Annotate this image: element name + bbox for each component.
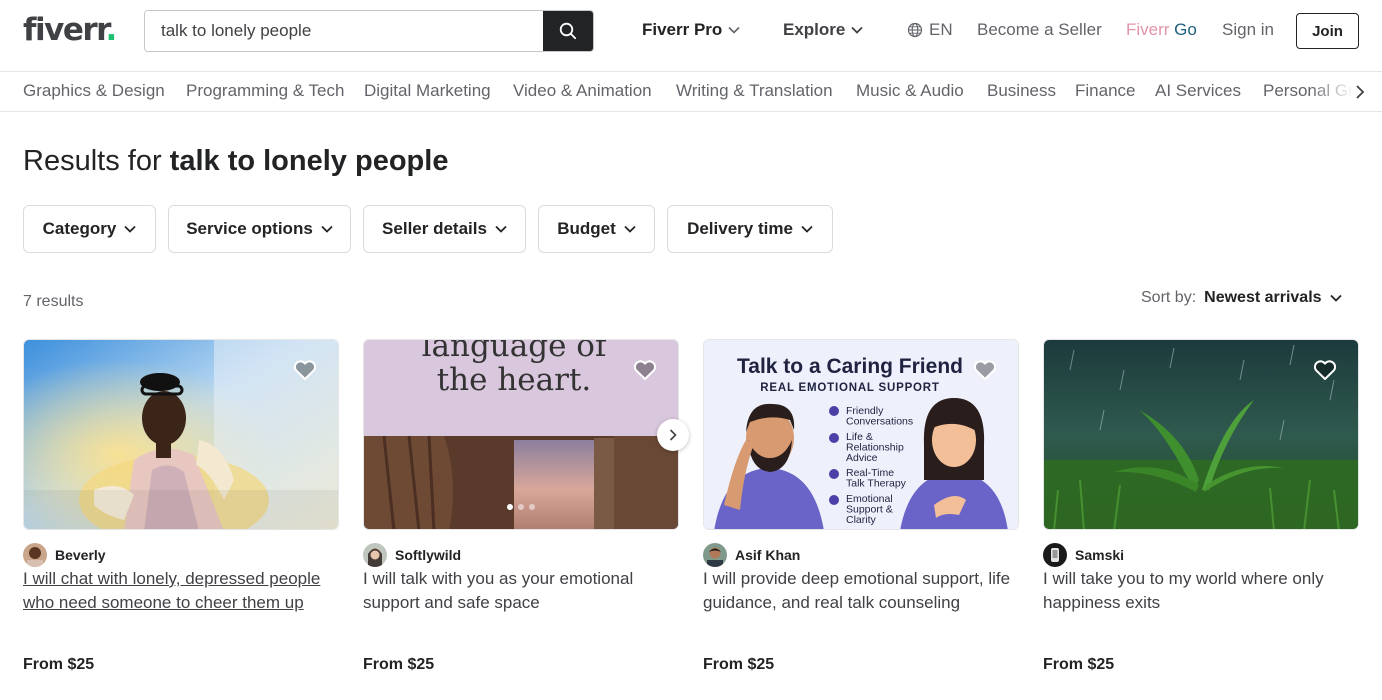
category-writing-translation[interactable]: Writing & Translation — [676, 81, 833, 101]
carousel-dots — [507, 504, 535, 510]
gig-title[interactable]: I will chat with lonely, depressed peopl… — [23, 567, 339, 615]
site-header: fiverr. Fiverr Pro Explore EN Become a S… — [0, 0, 1382, 72]
search-input[interactable] — [145, 11, 545, 51]
globe-icon — [907, 22, 923, 38]
category-business[interactable]: Business — [987, 81, 1056, 101]
sort-dropdown[interactable]: Newest arrivals — [1204, 289, 1342, 307]
svg-text:Talk to a Caring Friend: Talk to a Caring Friend — [737, 355, 963, 378]
gig-price: From $25 — [1043, 656, 1115, 673]
chevron-down-icon — [801, 225, 813, 233]
gig-card[interactable]: Talk to a Caring Friend REAL EMOTIONAL S… — [703, 339, 1019, 700]
gig-image[interactable]: language of the heart. — [363, 339, 679, 530]
filter-delivery-time[interactable]: Delivery time — [667, 205, 833, 253]
seller-info: Samski — [1043, 543, 1124, 567]
gig-image[interactable] — [1043, 339, 1359, 530]
gig-title[interactable]: I will provide deep emotional support, l… — [703, 567, 1019, 615]
nav-fiverr-pro[interactable]: Fiverr Pro — [642, 20, 740, 40]
filter-seller-details[interactable]: Seller details — [363, 205, 526, 253]
svg-text:REAL EMOTIONAL SUPPORT: REAL EMOTIONAL SUPPORT — [760, 382, 939, 394]
category-music-audio[interactable]: Music & Audio — [856, 81, 964, 101]
chevron-right-icon[interactable] — [1352, 84, 1368, 100]
chevron-down-icon — [124, 225, 136, 233]
category-finance[interactable]: Finance — [1075, 81, 1135, 101]
nav-become-seller[interactable]: Become a Seller — [977, 20, 1102, 40]
carousel-next-button[interactable] — [657, 419, 689, 451]
search-icon — [559, 22, 577, 40]
nav-sign-in[interactable]: Sign in — [1222, 20, 1274, 40]
sort-control: Sort by: Newest arrivals — [1141, 289, 1342, 307]
filter-category[interactable]: Category — [23, 205, 156, 253]
filter-service-options[interactable]: Service options — [168, 205, 351, 253]
chevron-down-icon — [624, 225, 636, 233]
search-button[interactable] — [543, 11, 593, 51]
search-bar — [144, 10, 594, 52]
join-button[interactable]: Join — [1296, 13, 1359, 49]
avatar[interactable] — [23, 543, 47, 567]
filter-budget[interactable]: Budget — [538, 205, 655, 253]
chevron-down-icon — [728, 26, 740, 34]
heart-icon[interactable] — [1312, 357, 1338, 383]
nav-explore[interactable]: Explore — [783, 20, 863, 40]
seller-name[interactable]: Samski — [1075, 547, 1124, 563]
avatar[interactable] — [363, 543, 387, 567]
chevron-down-icon — [851, 26, 863, 34]
chevron-down-icon — [321, 225, 333, 233]
avatar[interactable] — [1043, 543, 1067, 567]
category-fade — [1310, 72, 1382, 111]
heart-icon[interactable] — [632, 357, 658, 383]
category-digital-marketing[interactable]: Digital Marketing — [364, 81, 491, 101]
nav-fiverr-go[interactable]: Fiverr Go — [1126, 20, 1197, 40]
gig-card[interactable]: Samski I will take you to my world where… — [1043, 339, 1359, 700]
gig-price: From $25 — [363, 656, 435, 673]
fiverr-logo[interactable]: fiverr. — [23, 12, 117, 48]
gig-image[interactable]: Talk to a Caring Friend REAL EMOTIONAL S… — [703, 339, 1019, 530]
category-ai-services[interactable]: AI Services — [1155, 81, 1241, 101]
gig-price: From $25 — [703, 656, 775, 673]
page-title: Results for talk to lonely people — [23, 145, 449, 177]
gig-card[interactable]: language of the heart. Softlywild I will… — [363, 339, 689, 700]
category-video-animation[interactable]: Video & Animation — [513, 81, 652, 101]
svg-text:language of: language of — [422, 340, 609, 364]
avatar[interactable] — [703, 543, 727, 567]
heart-icon[interactable] — [972, 357, 998, 383]
results-count: 7 results — [23, 293, 84, 310]
seller-name[interactable]: Beverly — [55, 547, 106, 563]
category-programming-tech[interactable]: Programming & Tech — [186, 81, 344, 101]
gig-card[interactable]: Beverly I will chat with lonely, depress… — [23, 339, 339, 700]
gig-image[interactable] — [23, 339, 339, 530]
category-graphics-design[interactable]: Graphics & Design — [23, 81, 165, 101]
seller-info: Beverly — [23, 543, 106, 567]
gig-title[interactable]: I will talk with you as your emotional s… — [363, 567, 679, 615]
seller-name[interactable]: Softlywild — [395, 547, 461, 563]
chevron-down-icon — [1329, 294, 1342, 302]
heart-icon[interactable] — [292, 357, 318, 383]
seller-info: Softlywild — [363, 543, 461, 567]
nav-language[interactable]: EN — [907, 20, 953, 40]
category-nav: Graphics & Design Programming & Tech Dig… — [0, 72, 1382, 112]
chevron-right-icon — [669, 429, 677, 441]
gig-title[interactable]: I will take you to my world where only h… — [1043, 567, 1359, 615]
seller-name[interactable]: Asif Khan — [735, 547, 800, 563]
svg-text:the heart.: the heart. — [437, 362, 592, 398]
seller-info: Asif Khan — [703, 543, 800, 567]
gig-price: From $25 — [23, 656, 95, 673]
chevron-down-icon — [495, 225, 507, 233]
